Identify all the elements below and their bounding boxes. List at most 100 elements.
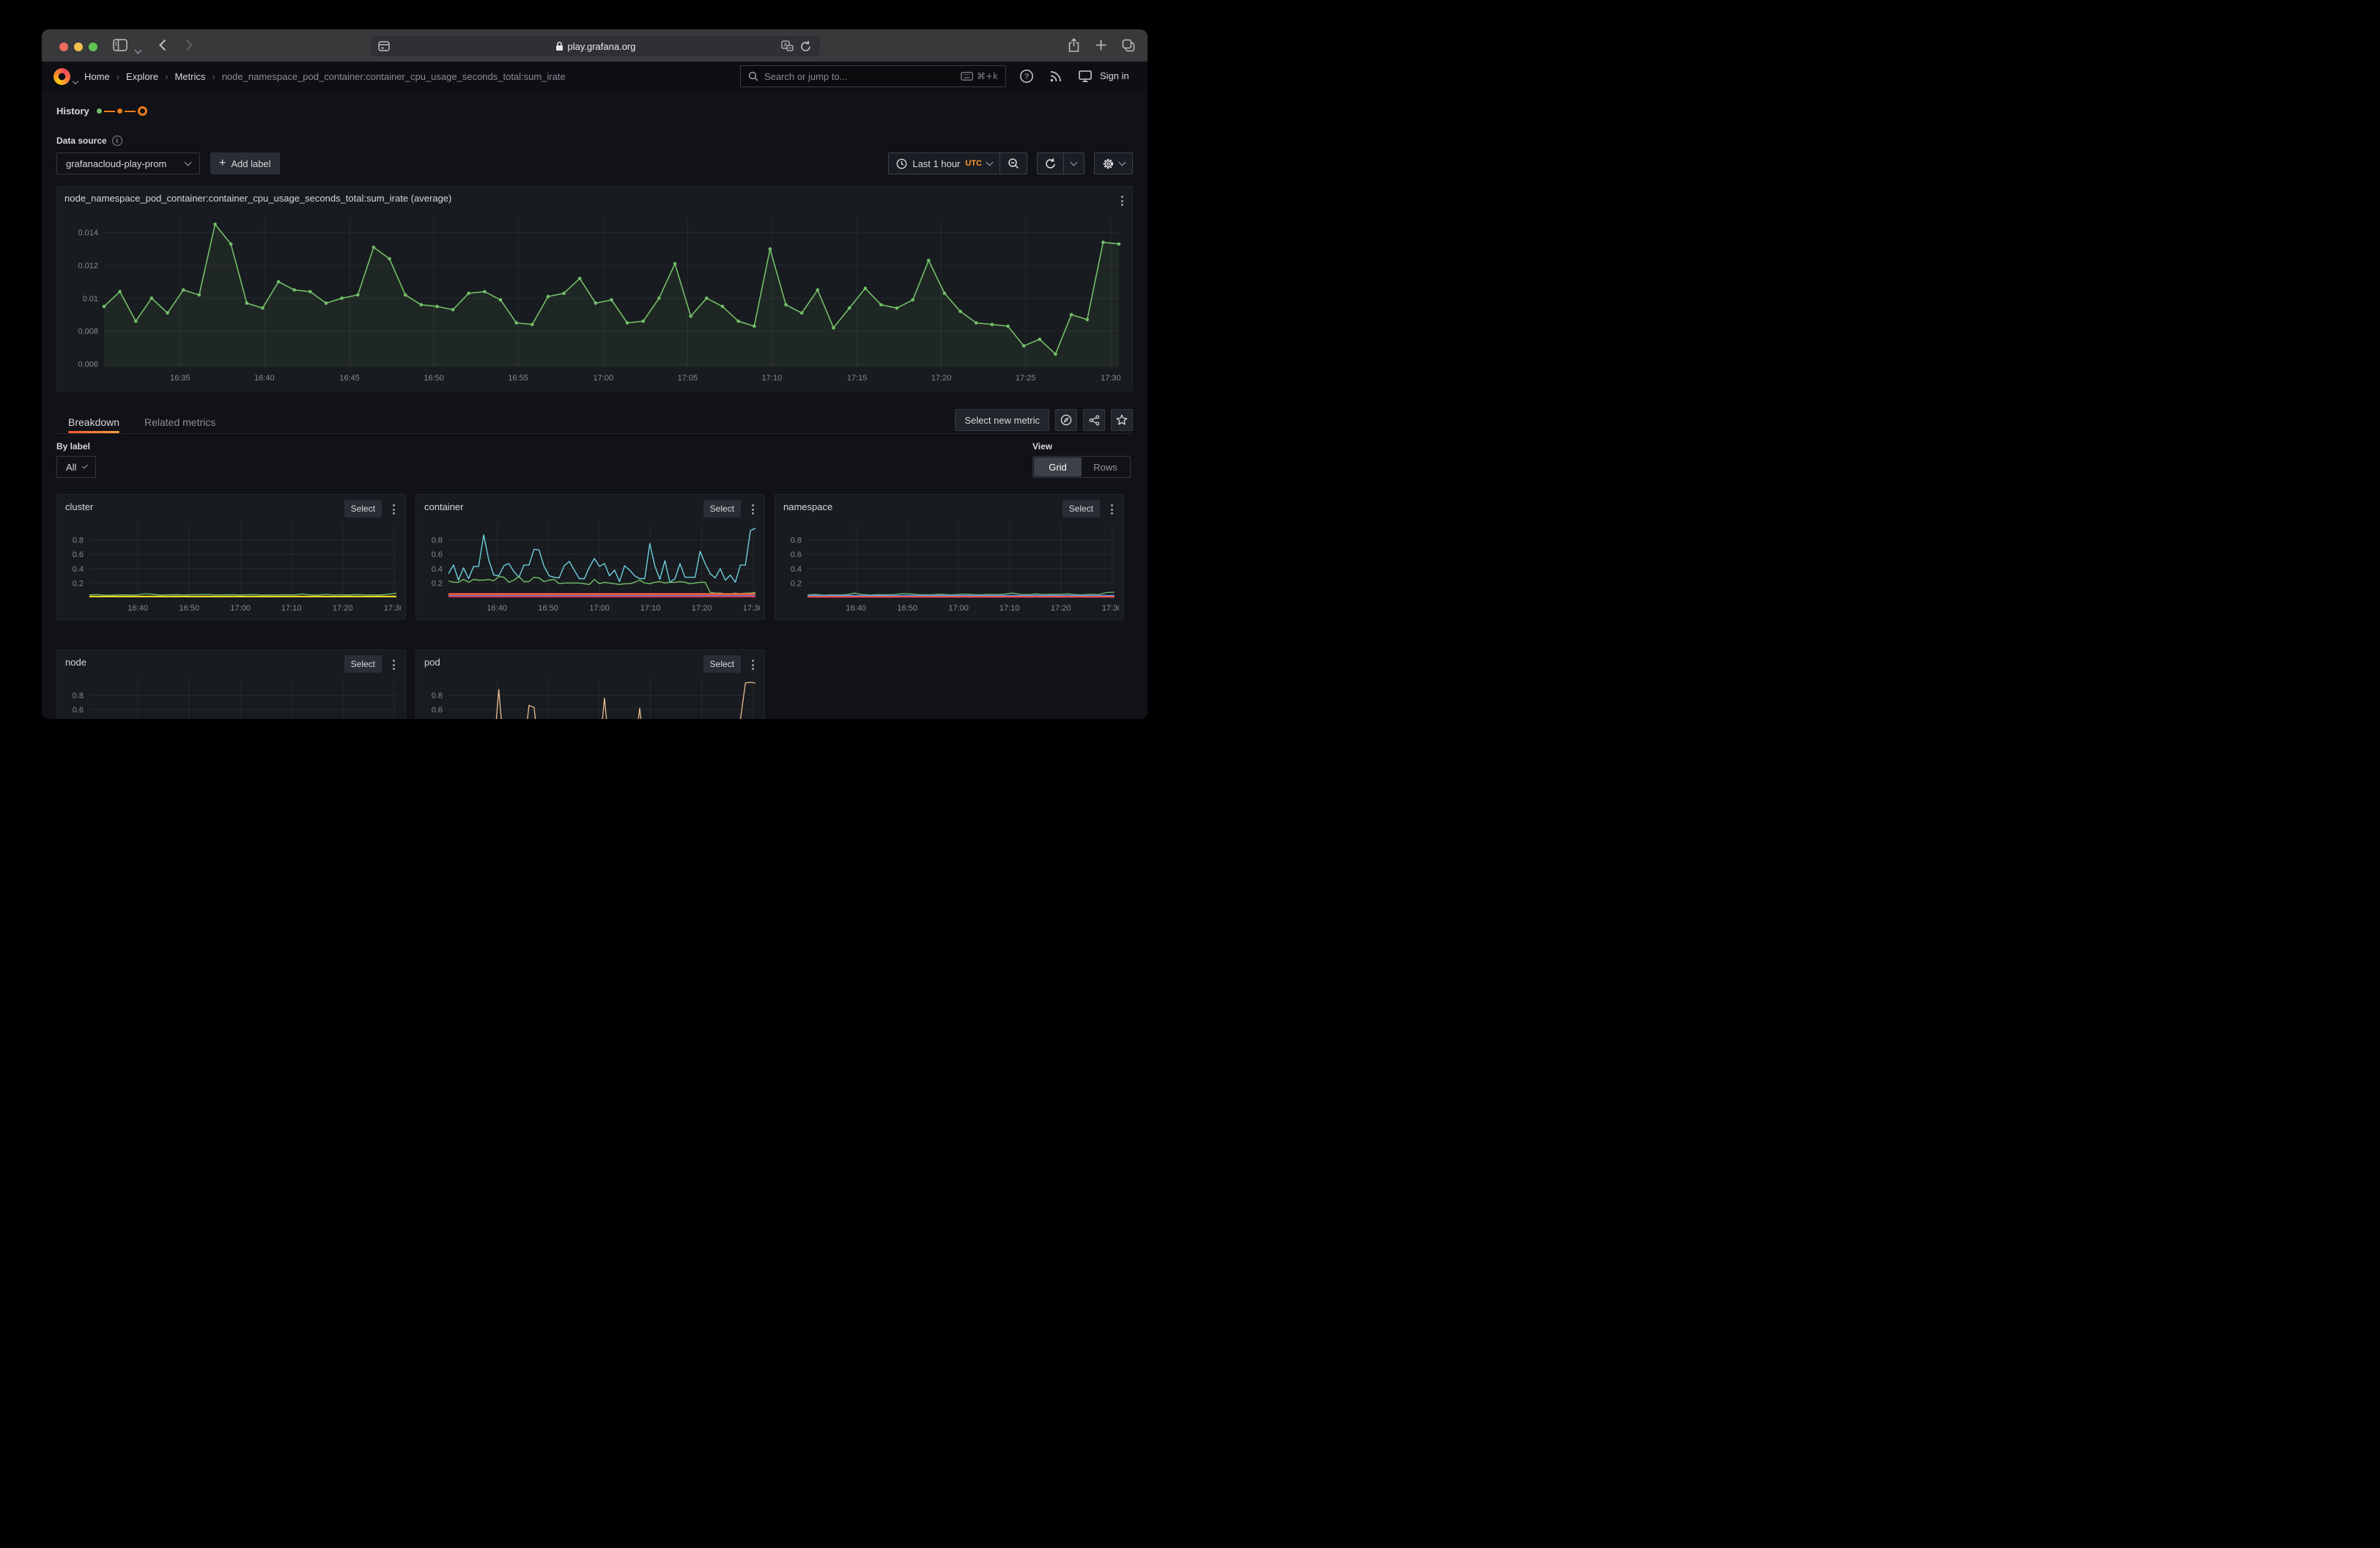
sidebar-chevron-icon[interactable] (136, 43, 141, 56)
history-connector (104, 111, 115, 112)
breadcrumb-separator: › (117, 71, 119, 82)
history-current-step-icon[interactable] (138, 106, 147, 116)
search-input[interactable]: Search or jump to... ⌘+k (740, 65, 1006, 87)
view-toggle: Grid Rows (1032, 456, 1131, 478)
forward-icon[interactable] (185, 39, 193, 51)
sidebar-icon[interactable] (113, 39, 128, 51)
new-tab-icon[interactable] (1095, 39, 1107, 51)
svg-text:0.01: 0.01 (83, 295, 98, 303)
history-step-icon[interactable] (117, 108, 122, 114)
kebab-icon[interactable] (391, 502, 397, 517)
grafana-logo[interactable] (53, 68, 70, 85)
panel-title: node_namespace_pod_container:container_c… (64, 193, 451, 204)
view-rows-option[interactable]: Rows (1082, 457, 1129, 476)
breadcrumb-home[interactable]: Home (84, 71, 110, 82)
help-icon[interactable]: ? (1019, 69, 1034, 84)
back-icon[interactable] (159, 39, 166, 51)
svg-text:0.012: 0.012 (78, 262, 98, 270)
url-text: play.grafana.org (568, 41, 636, 52)
panel-title: namespace (783, 501, 832, 512)
select-button[interactable]: Select (344, 655, 382, 673)
select-button[interactable]: Select (703, 655, 741, 673)
svg-text:0.8: 0.8 (791, 537, 802, 545)
news-icon[interactable] (1049, 69, 1063, 84)
minimize-button[interactable] (74, 43, 83, 51)
select-button[interactable]: Select (703, 500, 741, 517)
svg-text:0.6: 0.6 (791, 550, 802, 559)
tabs-icon[interactable] (1122, 39, 1135, 52)
breadcrumb-current-metric: node_namespace_pod_container:container_c… (222, 71, 566, 82)
datasource-label-row: Data source i (56, 136, 122, 146)
svg-text:0.8: 0.8 (73, 692, 84, 701)
namespace-chart[interactable]: 16:4016:5017:0017:1017:2017:300.20.40.60… (778, 518, 1119, 616)
info-icon: i (112, 136, 122, 146)
select-button[interactable]: Select (1062, 500, 1100, 517)
close-button[interactable] (59, 43, 68, 51)
breadcrumb-metrics[interactable]: Metrics (174, 71, 205, 82)
zoom-out-button[interactable] (999, 152, 1027, 174)
breadcrumb-separator: › (212, 71, 215, 82)
kebab-icon[interactable] (1109, 502, 1115, 517)
svg-text:17:20: 17:20 (333, 604, 353, 613)
share-button[interactable] (1083, 409, 1105, 431)
breadcrumb-separator: › (165, 71, 168, 82)
translate-icon[interactable]: A (781, 40, 794, 52)
svg-text:0.6: 0.6 (73, 706, 84, 715)
svg-text:17:00: 17:00 (594, 374, 614, 383)
bookmark-button[interactable] (1111, 409, 1133, 431)
refresh-interval-dropdown[interactable] (1063, 152, 1084, 174)
kebab-icon[interactable] (750, 502, 756, 517)
refresh-button[interactable] (1037, 152, 1064, 174)
svg-text:16:50: 16:50 (424, 374, 444, 383)
reload-icon[interactable] (800, 40, 811, 52)
timezone-badge: UTC (965, 159, 982, 168)
datasource-picker[interactable]: grafanacloud-play-prom (56, 152, 200, 174)
svg-text:0.2: 0.2 (73, 579, 84, 588)
settings-button[interactable] (1094, 152, 1133, 174)
svg-text:0.2: 0.2 (791, 579, 802, 588)
history-step-icon[interactable] (97, 108, 102, 114)
kebab-icon[interactable] (750, 657, 756, 672)
view-grid-option[interactable]: Grid (1034, 457, 1082, 476)
svg-text:16:40: 16:40 (846, 604, 866, 613)
share-icon[interactable] (1068, 38, 1080, 53)
kebab-icon[interactable] (1119, 194, 1126, 208)
monitor-icon[interactable] (1078, 69, 1093, 84)
svg-text:0.014: 0.014 (78, 229, 98, 237)
svg-text:0.8: 0.8 (432, 692, 443, 701)
explore-button[interactable] (1055, 409, 1077, 431)
history-label: History (56, 106, 89, 117)
search-shortcut: ⌘+k (961, 71, 998, 81)
panel-cluster: cluster Select 16:4016:5017:0017:1017:20… (56, 494, 406, 620)
container-chart[interactable]: 16:4016:5017:0017:1017:2017:300.20.40.60… (419, 518, 760, 616)
metric-graph[interactable]: 16:3516:4016:4516:5016:5517:0017:0517:10… (64, 212, 1125, 386)
select-new-metric-button[interactable]: Select new metric (955, 409, 1049, 431)
svg-text:16:50: 16:50 (179, 604, 199, 613)
svg-text:17:20: 17:20 (692, 604, 712, 613)
tab-breakdown[interactable]: Breakdown (68, 410, 119, 433)
svg-text:17:10: 17:10 (640, 604, 661, 613)
time-range-picker[interactable]: Last 1 hour UTC (888, 152, 1000, 174)
sign-in-link[interactable]: Sign in (1100, 70, 1129, 81)
fullscreen-button[interactable] (89, 43, 97, 51)
history-connector (125, 111, 136, 112)
tab-bar: Breakdown Related metrics Select new met… (56, 410, 1133, 434)
svg-text:0.6: 0.6 (432, 550, 443, 559)
kebab-icon[interactable] (391, 657, 397, 672)
query-controls: grafanacloud-play-prom + Add label (56, 152, 280, 174)
panel-container: container Select 16:4016:5017:0017:1017:… (415, 494, 765, 620)
node-chart[interactable]: 16:4016:5017:0017:1017:2017:300.20.40.60… (60, 674, 401, 719)
svg-text:0.4: 0.4 (73, 565, 84, 574)
svg-text:17:20: 17:20 (1051, 604, 1071, 613)
org-chevron-icon[interactable] (73, 74, 78, 87)
svg-text:17:25: 17:25 (1016, 374, 1036, 383)
cluster-chart[interactable]: 16:4016:5017:0017:1017:2017:300.20.40.60… (60, 518, 401, 616)
address-bar[interactable]: play.grafana.org A (370, 35, 821, 57)
bylabel-select[interactable]: All (56, 456, 96, 478)
breadcrumb-explore[interactable]: Explore (126, 71, 158, 82)
select-button[interactable]: Select (344, 500, 382, 517)
add-label-button[interactable]: + Add label (210, 152, 280, 174)
datasource-label: Data source (56, 136, 107, 146)
pod-chart[interactable]: 16:4016:5017:0017:1017:2017:300.20.40.60… (419, 674, 760, 719)
tab-related-metrics[interactable]: Related metrics (144, 410, 215, 433)
